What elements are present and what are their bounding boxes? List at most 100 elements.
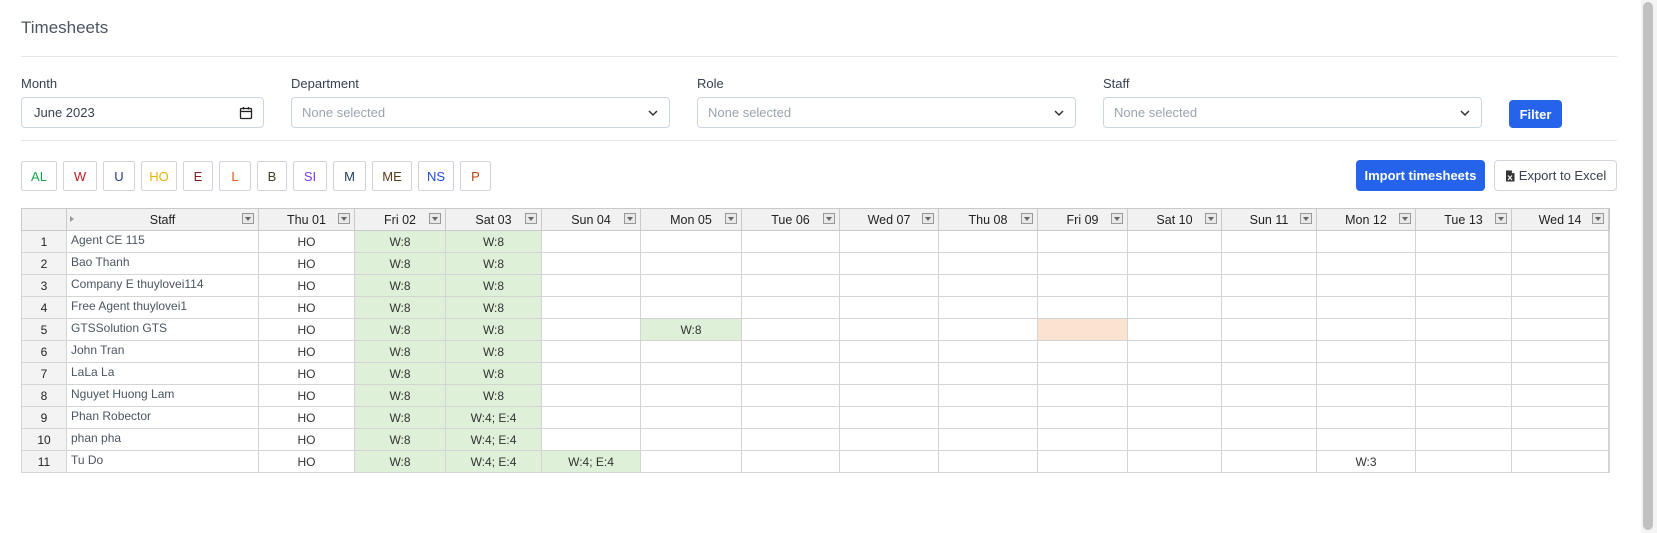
day-cell[interactable] (938, 252, 1038, 275)
day-cell[interactable] (1037, 296, 1128, 319)
day-cell[interactable]: HO (258, 406, 355, 429)
staff-name[interactable]: Free Agent thuylovei1 (66, 296, 259, 319)
day-cell[interactable] (741, 318, 840, 341)
day-cell[interactable] (839, 230, 939, 253)
day-cell[interactable]: HO (258, 428, 355, 451)
day-cell[interactable] (1511, 252, 1609, 275)
day-cell[interactable] (938, 230, 1038, 253)
filter-dropdown-icon[interactable] (1300, 213, 1312, 224)
import-timesheets-button[interactable]: Import timesheets (1356, 160, 1485, 191)
day-cell[interactable] (1127, 318, 1222, 341)
day-cell[interactable] (938, 274, 1038, 297)
filter-button[interactable]: Filter (1509, 100, 1562, 128)
day-cell[interactable]: W:8 (354, 428, 446, 451)
day-cell[interactable] (1221, 384, 1317, 407)
day-cell[interactable]: W:8 (354, 340, 446, 363)
day-cell[interactable]: HO (258, 252, 355, 275)
day-cell[interactable]: HO (258, 340, 355, 363)
role-select[interactable]: None selected (697, 97, 1076, 128)
day-cell[interactable]: W:4; E:4 (541, 450, 641, 473)
day-cell[interactable]: W:8 (445, 230, 542, 253)
day-cell[interactable] (1511, 340, 1609, 363)
day-cell[interactable] (1415, 296, 1512, 319)
staff-name[interactable]: LaLa La (66, 362, 259, 385)
day-cell[interactable]: W:8 (354, 318, 446, 341)
day-cell[interactable] (541, 252, 641, 275)
day-cell[interactable] (1127, 274, 1222, 297)
day-cell[interactable] (1221, 296, 1317, 319)
day-cell[interactable] (938, 362, 1038, 385)
staff-name[interactable]: Nguyet Huong Lam (66, 384, 259, 407)
day-cell[interactable] (1415, 362, 1512, 385)
column-header-day[interactable]: Wed 07 (839, 208, 939, 231)
day-cell[interactable] (541, 296, 641, 319)
day-cell[interactable] (1127, 384, 1222, 407)
day-cell[interactable] (839, 428, 939, 451)
day-cell[interactable] (1415, 274, 1512, 297)
day-cell[interactable]: W:8 (445, 252, 542, 275)
day-cell[interactable] (1127, 230, 1222, 253)
calendar-icon[interactable] (239, 106, 253, 120)
day-cell[interactable] (1316, 340, 1416, 363)
day-cell[interactable] (839, 296, 939, 319)
day-cell[interactable] (1037, 230, 1128, 253)
day-cell[interactable]: W:8 (354, 296, 446, 319)
day-cell[interactable] (1608, 384, 1610, 407)
day-cell[interactable] (741, 362, 840, 385)
day-cell[interactable] (640, 274, 742, 297)
day-cell[interactable] (1608, 340, 1610, 363)
day-cell[interactable] (839, 274, 939, 297)
day-cell[interactable] (1608, 406, 1610, 429)
column-header-day[interactable]: Fri 09 (1037, 208, 1128, 231)
day-cell[interactable]: HO (258, 230, 355, 253)
day-cell[interactable] (1127, 406, 1222, 429)
column-header-day[interactable]: Fri 02 (354, 208, 446, 231)
day-cell[interactable] (839, 384, 939, 407)
day-cell[interactable]: W:8 (445, 384, 542, 407)
staff-name[interactable]: Company E thuylovei114 (66, 274, 259, 297)
day-cell[interactable] (1221, 340, 1317, 363)
day-cell[interactable] (1511, 362, 1609, 385)
day-cell[interactable] (839, 318, 939, 341)
day-cell[interactable] (1127, 252, 1222, 275)
filter-dropdown-icon[interactable] (725, 213, 737, 224)
day-cell[interactable] (938, 428, 1038, 451)
day-cell[interactable] (1221, 252, 1317, 275)
day-cell[interactable] (1127, 362, 1222, 385)
day-cell[interactable]: W:4; E:4 (445, 428, 542, 451)
day-cell[interactable] (1511, 230, 1609, 253)
day-cell[interactable] (1511, 384, 1609, 407)
day-cell[interactable] (1316, 318, 1416, 341)
day-cell[interactable] (1511, 428, 1609, 451)
column-header-day[interactable] (1608, 208, 1610, 231)
export-excel-button[interactable]: Export to Excel (1494, 160, 1617, 191)
day-cell[interactable] (1316, 428, 1416, 451)
filter-dropdown-icon[interactable] (525, 213, 537, 224)
day-cell[interactable]: HO (258, 274, 355, 297)
day-cell[interactable] (541, 318, 641, 341)
day-cell[interactable] (1221, 450, 1317, 473)
day-cell[interactable] (1511, 406, 1609, 429)
day-cell[interactable]: HO (258, 362, 355, 385)
day-cell[interactable] (541, 428, 641, 451)
day-cell[interactable] (1608, 296, 1610, 319)
day-cell[interactable] (1316, 362, 1416, 385)
day-cell[interactable] (741, 428, 840, 451)
day-cell[interactable] (1037, 362, 1128, 385)
day-cell[interactable]: W:8 (445, 274, 542, 297)
day-cell[interactable] (640, 340, 742, 363)
column-header-day[interactable]: Mon 05 (640, 208, 742, 231)
day-cell[interactable]: W:8 (445, 340, 542, 363)
column-header-day[interactable]: Sat 10 (1127, 208, 1222, 231)
day-cell[interactable] (741, 450, 840, 473)
day-cell[interactable]: W:8 (354, 230, 446, 253)
day-cell[interactable] (1037, 384, 1128, 407)
filter-dropdown-icon[interactable] (1021, 213, 1033, 224)
day-cell[interactable] (938, 318, 1038, 341)
filter-dropdown-icon[interactable] (1205, 213, 1217, 224)
day-cell[interactable] (1221, 406, 1317, 429)
day-cell[interactable] (1221, 362, 1317, 385)
day-cell[interactable] (640, 362, 742, 385)
day-cell[interactable] (1511, 450, 1609, 473)
day-cell[interactable] (1608, 450, 1610, 473)
